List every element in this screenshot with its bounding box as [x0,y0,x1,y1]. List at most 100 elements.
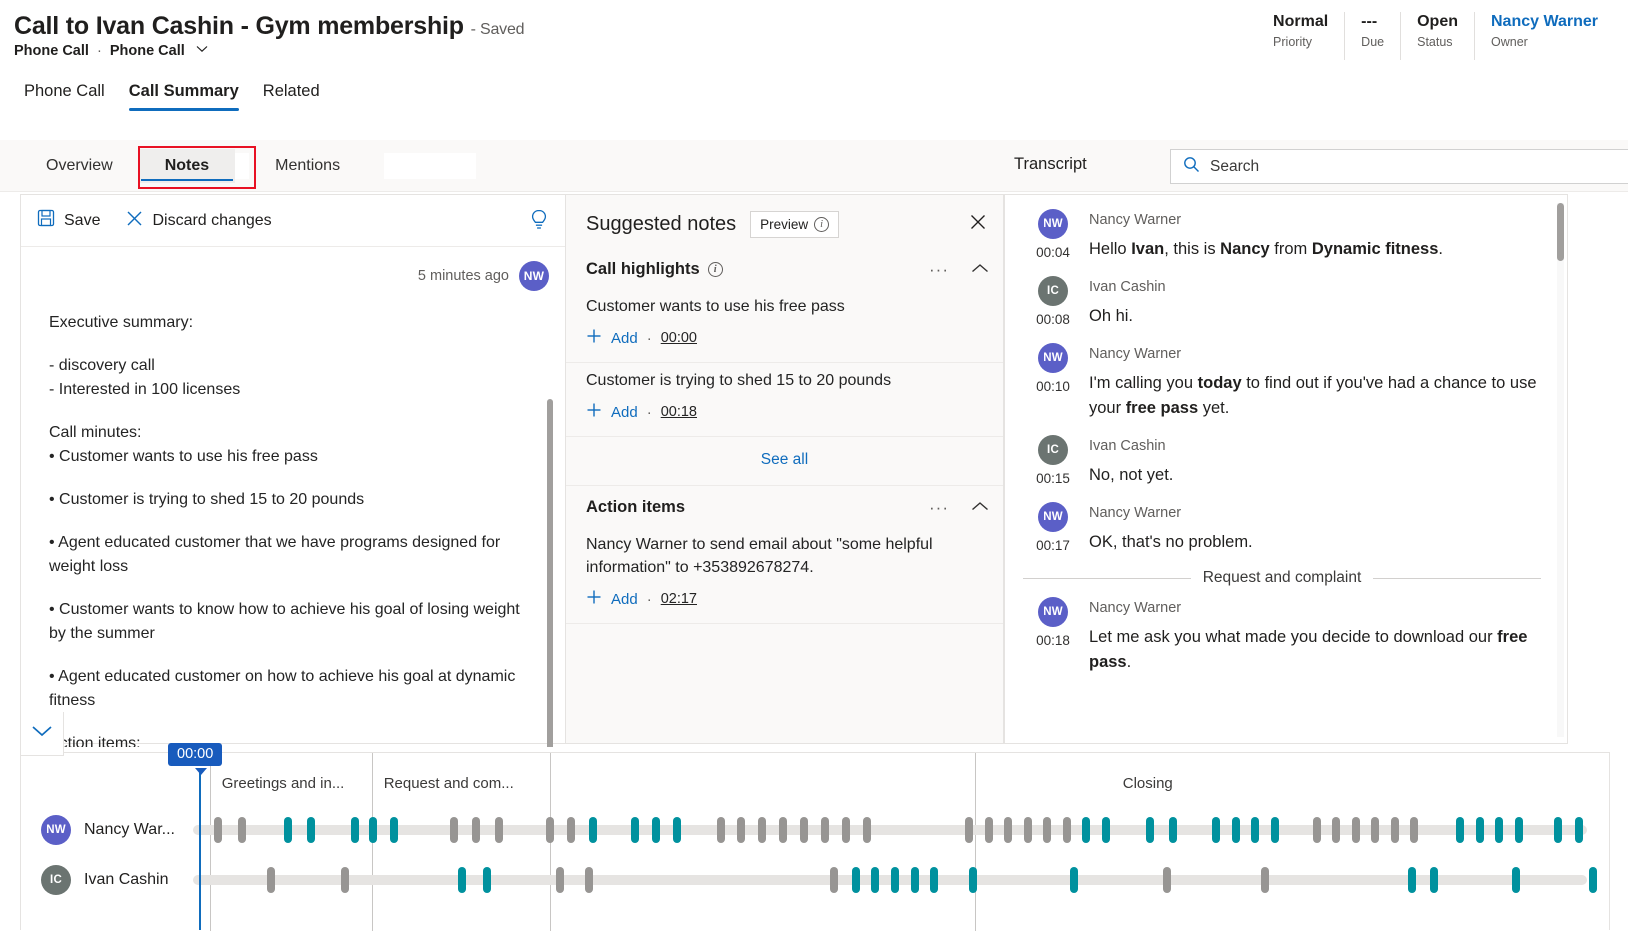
header-field-status[interactable]: Open Status [1400,12,1474,60]
timeline-tick[interactable] [307,817,315,843]
timeline-tick[interactable] [1004,817,1012,843]
timeline-tick[interactable] [1515,817,1523,843]
timeline-tick[interactable] [911,867,919,893]
timeline-tick[interactable] [842,817,850,843]
timeline-track[interactable] [193,825,1587,835]
transcript-timestamp[interactable]: 00:17 [1036,538,1070,553]
timeline-tick[interactable] [1251,817,1259,843]
collapse-notes-button[interactable] [20,712,64,756]
timeline-tick[interactable] [351,817,359,843]
chevron-up-icon[interactable] [971,499,989,517]
chevron-up-icon[interactable] [971,261,989,279]
header-field-due[interactable]: --- Due [1344,12,1400,60]
timeline-tick[interactable] [546,817,554,843]
timeline-track[interactable] [193,875,1587,885]
timeline-tick[interactable] [631,817,639,843]
transcript-timestamp[interactable]: 00:18 [1036,633,1070,648]
timeline-tick[interactable] [852,867,860,893]
timeline-tick[interactable] [1554,817,1562,843]
timeline-tick[interactable] [450,817,458,843]
timeline-tick[interactable] [930,867,938,893]
search-input[interactable]: Search [1170,149,1628,184]
timeline-tick[interactable] [1352,817,1360,843]
transcript-entry[interactable]: IC00:08Ivan CashinOh hi. [1023,276,1541,329]
timeline-tick[interactable] [1410,817,1418,843]
timeline-tick[interactable] [556,867,564,893]
timeline-tick[interactable] [1070,867,1078,893]
timeline-tick[interactable] [1408,867,1416,893]
timeline-tick[interactable] [673,817,681,843]
transcript-timestamp[interactable]: 00:10 [1036,379,1070,394]
timeline-tick[interactable] [1261,867,1269,893]
timeline-tick[interactable] [800,817,808,843]
subtab-overview[interactable]: Overview [20,149,139,183]
timeline-tick[interactable] [1043,817,1051,843]
timeline-tick[interactable] [830,867,838,893]
timeline-tick[interactable] [1024,817,1032,843]
tab-call-summary[interactable]: Call Summary [117,82,251,111]
timeline-tick[interactable] [737,817,745,843]
timeline-tick[interactable] [214,817,222,843]
add-button[interactable]: Add [611,404,638,421]
timestamp-link[interactable]: 00:00 [661,330,697,346]
transcript-scrollbar-thumb[interactable] [1557,203,1564,261]
transcript-entry[interactable]: NW00:04Nancy WarnerHello Ivan, this is N… [1023,209,1541,262]
timeline-tick[interactable] [1082,817,1090,843]
timeline-playhead[interactable]: 00:00 [199,769,201,930]
see-all-link[interactable]: See all [566,437,1003,486]
subtab-placeholder[interactable] [384,153,476,179]
transcript-entry[interactable]: NW00:18Nancy WarnerLet me ask you what m… [1023,597,1541,675]
more-options-icon[interactable]: ··· [929,263,949,277]
plus-icon[interactable] [586,402,602,422]
timeline-tick[interactable] [390,817,398,843]
transcript-timestamp[interactable]: 00:08 [1036,312,1070,327]
add-button[interactable]: Add [611,591,638,608]
timeline-tick[interactable] [472,817,480,843]
timeline-tick[interactable] [969,867,977,893]
timeline-tick[interactable] [589,817,597,843]
timeline-tick[interactable] [1391,817,1399,843]
timeline-tick[interactable] [1271,817,1279,843]
timeline-tick[interactable] [1371,817,1379,843]
transcript-timestamp[interactable]: 00:15 [1036,471,1070,486]
lightbulb-icon[interactable] [529,209,549,236]
transcript-entry[interactable]: NW00:10Nancy WarnerI'm calling you today… [1023,343,1541,421]
transcript-entry[interactable]: NW00:17Nancy WarnerOK, that's no problem… [1023,502,1541,555]
timeline-tick[interactable] [567,817,575,843]
timeline-tick[interactable] [863,817,871,843]
timeline-tick[interactable] [1232,817,1240,843]
transcript-timestamp[interactable]: 00:04 [1036,245,1070,260]
timeline-tick[interactable] [1512,867,1520,893]
timeline-tick[interactable] [985,817,993,843]
notes-scrollbar-thumb[interactable] [547,399,553,747]
notes-scrollbar-track[interactable] [547,399,553,747]
info-icon[interactable]: i [708,262,723,277]
timeline-tick[interactable] [284,817,292,843]
timeline-tick[interactable] [495,817,503,843]
timeline-tick[interactable] [871,867,879,893]
timeline-tick[interactable] [483,867,491,893]
plus-icon[interactable] [586,589,602,609]
more-options-icon[interactable]: ··· [929,501,949,515]
timeline-tick[interactable] [1102,817,1110,843]
timeline-tick[interactable] [1169,817,1177,843]
plus-icon[interactable] [586,328,602,348]
tab-related[interactable]: Related [251,82,332,111]
timestamp-link[interactable]: 00:18 [661,404,697,420]
save-button[interactable]: Save [37,209,100,232]
close-icon[interactable] [969,213,987,236]
timeline-tick[interactable] [1212,817,1220,843]
timeline-tick[interactable] [458,867,466,893]
timeline-tick[interactable] [1063,817,1071,843]
timeline-tick[interactable] [1430,867,1438,893]
tab-phone-call[interactable]: Phone Call [12,82,117,111]
subtab-mentions[interactable]: Mentions [249,149,366,183]
timeline-tick[interactable] [821,817,829,843]
timeline-tick[interactable] [779,817,787,843]
timeline-tick[interactable] [965,817,973,843]
discard-changes-button[interactable]: Discard changes [126,210,271,232]
timeline-tick[interactable] [1332,817,1340,843]
timeline-tick[interactable] [758,817,766,843]
preview-badge[interactable]: Preview i [750,211,839,238]
notes-editor[interactable]: Executive summary: - discovery call - In… [21,295,565,747]
